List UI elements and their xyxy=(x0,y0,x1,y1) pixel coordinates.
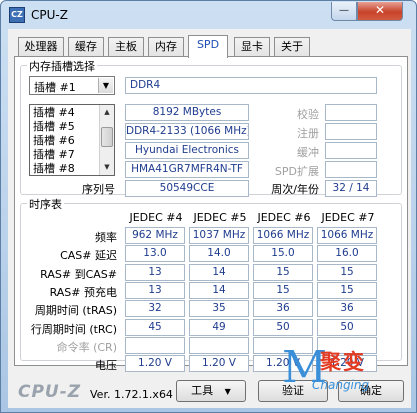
timing-cell: 15 xyxy=(253,281,313,299)
timing-cell: 1.20 V xyxy=(125,355,185,373)
tools-button-label: 工具 xyxy=(191,384,214,397)
tab-graphics[interactable]: 显卡 xyxy=(234,37,270,57)
timing-cell: 49 xyxy=(189,318,249,336)
slot-select[interactable]: 插槽 #1 ▼ xyxy=(29,76,115,95)
buffered-label: 缓冲 xyxy=(297,146,319,159)
slot-dropdown-list[interactable]: 插槽 #4 插槽 #5 插槽 #6 插槽 #7 插槽 #8 ▲ ▼ xyxy=(29,104,115,176)
column-header-jedec7: JEDEC #7 xyxy=(321,211,375,224)
dropdown-item-slot4[interactable]: 插槽 #4 xyxy=(32,106,100,120)
tab-mainboard[interactable]: 主板 xyxy=(108,37,144,57)
tab-memory[interactable]: 内存 xyxy=(148,37,184,57)
tab-cpu[interactable]: 处理器 xyxy=(18,37,64,57)
close-button[interactable]: ✕ xyxy=(357,2,403,21)
timing-cell: 15.0 xyxy=(253,245,313,263)
timing-cell: 15 xyxy=(253,263,313,281)
timing-cell: 16.0 xyxy=(317,245,377,263)
dropdown-item-slot8[interactable]: 插槽 #8 xyxy=(32,162,100,176)
title-bar[interactable]: CZ CPU-Z — ✕ xyxy=(1,1,416,29)
timing-cell: 50 xyxy=(317,318,377,336)
timing-cell: 36 xyxy=(317,300,377,318)
chevron-down-icon[interactable]: ▼ xyxy=(98,78,113,93)
cpuz-app-icon: CZ xyxy=(9,7,25,23)
timing-row-label: 周期时间 (tRAS) xyxy=(34,304,117,318)
timing-cell: 1.20 V xyxy=(189,355,249,373)
max-bandwidth-field: DDR4-2133 (1066 MHz) xyxy=(125,123,249,140)
correction-label: 校验 xyxy=(297,108,319,121)
timing-row-label: RAS# 到CAS# xyxy=(40,267,117,281)
serial-label: 序列号 xyxy=(82,183,115,196)
correction-field xyxy=(325,104,377,121)
column-header-jedec5: JEDEC #5 xyxy=(193,211,247,224)
timing-cell: 1066 MHz xyxy=(317,227,377,244)
manufacturer-field: Hyundai Electronics xyxy=(125,142,249,159)
timing-cell: 13 xyxy=(125,263,185,281)
tab-spd[interactable]: SPD xyxy=(188,35,228,58)
spd-ext-label: SPD扩展 xyxy=(274,165,319,178)
tools-button[interactable]: 工具 ▼ xyxy=(176,380,246,402)
timing-cell: 50 xyxy=(253,318,313,336)
timing-cell: 14 xyxy=(189,263,249,281)
registered-label: 注册 xyxy=(297,127,319,140)
timing-cell: 36 xyxy=(253,300,313,318)
minimize-button[interactable]: — xyxy=(331,2,357,21)
spd-ext-field xyxy=(325,161,377,178)
tab-about[interactable]: 关于 xyxy=(274,37,310,57)
timing-cell: 1066 MHz xyxy=(253,227,313,244)
scroll-up-icon[interactable]: ▲ xyxy=(100,105,114,119)
timing-row-label: 电压 xyxy=(95,359,117,373)
timing-row-label: 命令率 (CR) xyxy=(56,340,117,354)
dropdown-item-slot6[interactable]: 插槽 #6 xyxy=(32,134,100,148)
dropdown-item-slot5[interactable]: 插槽 #5 xyxy=(32,120,100,134)
timing-cell xyxy=(125,336,185,354)
serial-field: 50549CCE xyxy=(125,180,249,197)
timing-cell: 15 xyxy=(317,281,377,299)
spd-panel: 内存插槽选择 插槽 #1 ▼ DDR4 插槽 #4 插槽 #5 插槽 #6 插槽… xyxy=(14,56,408,373)
window-title: CPU-Z xyxy=(31,8,68,22)
column-header-jedec6: JEDEC #6 xyxy=(257,211,311,224)
module-size-field: 8192 MBytes xyxy=(125,104,249,121)
slot-selection-group: 内存插槽选择 插槽 #1 ▼ DDR4 插槽 #4 插槽 #5 插槽 #6 插槽… xyxy=(20,58,402,197)
timing-cell: 1037 MHz xyxy=(189,227,249,244)
scrollbar-thumb[interactable] xyxy=(101,127,113,147)
cpuz-logo: CPU-Z xyxy=(18,382,82,402)
timing-row-label: CAS# 延迟 xyxy=(60,249,117,263)
column-header-jedec4: JEDEC #4 xyxy=(129,211,183,224)
timing-row-label: RAS# 预充电 xyxy=(49,285,117,299)
memory-type-field: DDR4 xyxy=(125,77,377,94)
timing-row-label: 频率 xyxy=(95,231,117,244)
timing-cell: 13.0 xyxy=(125,245,185,263)
dropdown-scrollbar[interactable]: ▲ ▼ xyxy=(99,105,114,175)
timing-cell: 14 xyxy=(189,281,249,299)
buffered-field xyxy=(325,142,377,159)
timing-cell: 962 MHz xyxy=(125,227,185,244)
chevron-down-icon: ▼ xyxy=(224,387,231,396)
registered-field xyxy=(325,123,377,140)
dropdown-item-slot7[interactable]: 插槽 #7 xyxy=(32,148,100,162)
timing-row-label: 行周期时间 (tRC) xyxy=(30,322,117,336)
timing-cell: 35 xyxy=(189,300,249,318)
timing-cell xyxy=(189,336,249,354)
week-year-label: 周次/年份 xyxy=(271,183,319,196)
timing-cell: 15 xyxy=(317,263,377,281)
part-number-field: HMA41GR7MFR4N-TF xyxy=(125,161,249,178)
scroll-down-icon[interactable]: ▼ xyxy=(100,160,114,174)
tab-strip: 处理器 缓存 主板 内存 SPD 显卡 关于 xyxy=(14,35,408,58)
timing-cell: 45 xyxy=(125,318,185,336)
watermark-cn: 聚变 xyxy=(320,350,366,374)
version-label: Ver. 1.72.1.x64 xyxy=(90,388,173,401)
timing-cell: 14.0 xyxy=(189,245,249,263)
slot-select-value: 插槽 #1 xyxy=(34,81,76,94)
slot-group-label: 内存插槽选择 xyxy=(27,58,97,74)
timings-group-label: 时序表 xyxy=(27,196,64,212)
tab-caches[interactable]: 缓存 xyxy=(68,37,104,57)
timing-cell: 32 xyxy=(125,300,185,318)
watermark-en: Changing xyxy=(312,378,370,392)
week-year-field: 32 / 14 xyxy=(325,180,377,197)
watermark-logo: M 聚变 Changing xyxy=(282,340,412,410)
timings-group: 时序表 JEDEC #4 JEDEC #5 JEDEC #6 JEDEC #7 … xyxy=(20,196,402,373)
timing-cell: 13 xyxy=(125,281,185,299)
